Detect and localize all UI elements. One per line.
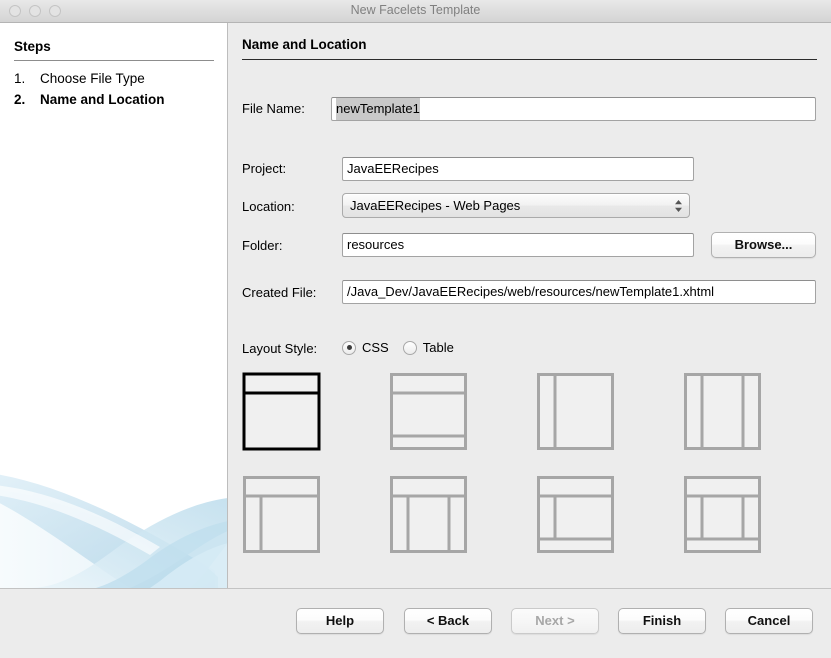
finish-button[interactable]: Finish (618, 608, 706, 634)
layout-thumb-left-content[interactable] (536, 372, 615, 451)
layout-thumb-header-left-content-right[interactable] (389, 475, 468, 554)
step-label: Name and Location (40, 92, 165, 107)
chevron-updown-icon (674, 198, 683, 214)
window-title: New Facelets Template (350, 3, 481, 17)
project-label: Project: (242, 161, 287, 176)
radio-table-label: Table (422, 340, 454, 355)
location-dropdown[interactable]: JavaEERecipes - Web Pages (342, 193, 690, 218)
page-title: Name and Location (242, 37, 367, 52)
location-label: Location: (242, 199, 295, 214)
window-titlebar: New Facelets Template (0, 0, 831, 23)
layout-style-label: Layout Style: (242, 341, 318, 356)
wizard-watermark-graphic (0, 443, 227, 588)
layout-thumb-header-left-content[interactable] (242, 475, 321, 554)
step-item-1: 1. Choose File Type (14, 68, 224, 89)
layout-style-radio-group: CSS Table (342, 340, 468, 355)
layout-thumb-header-body[interactable] (242, 372, 321, 451)
name-and-location-panel: Name and Location File Name: newTemplate… (229, 23, 831, 588)
created-file-label: Created File: (242, 285, 317, 300)
step-label: Choose File Type (40, 71, 145, 86)
browse-button[interactable]: Browse... (711, 232, 816, 258)
steps-list: 1. Choose File Type 2. Name and Location (14, 68, 224, 110)
back-button[interactable]: < Back (404, 608, 492, 634)
layout-thumb-header-body-footer[interactable] (389, 372, 468, 451)
location-value: JavaEERecipes - Web Pages (350, 198, 521, 213)
page-title-divider (242, 59, 817, 60)
file-name-label: File Name: (242, 101, 305, 116)
folder-value: resources (347, 237, 405, 252)
radio-css-label: CSS (362, 340, 389, 355)
steps-heading-divider (14, 60, 214, 61)
created-file-value: /Java_Dev/JavaEERecipes/web/resources/ne… (347, 284, 715, 299)
dialog-button-bar: Help < Back Next > Finish Cancel (0, 588, 831, 658)
project-value: JavaEERecipes (347, 161, 439, 176)
step-number: 2. (14, 92, 26, 107)
layout-thumb-header-left-content-right-footer[interactable] (683, 475, 762, 554)
step-number: 1. (14, 71, 26, 86)
steps-heading: Steps (14, 39, 51, 54)
steps-panel: Steps 1. Choose File Type 2. Name and Lo… (0, 23, 228, 588)
help-button[interactable]: Help (296, 608, 384, 634)
radio-table[interactable] (402, 340, 417, 355)
file-name-value: newTemplate1 (336, 98, 420, 120)
next-button: Next > (511, 608, 599, 634)
file-name-input[interactable]: newTemplate1 (331, 97, 816, 121)
step-item-2: 2. Name and Location (14, 89, 224, 110)
folder-label: Folder: (242, 238, 283, 253)
cancel-button[interactable]: Cancel (725, 608, 813, 634)
new-facelets-template-dialog: New Facelets Template Steps 1. Choose Fi… (0, 0, 831, 658)
folder-input[interactable]: resources (342, 233, 694, 257)
layout-thumb-left-content-right[interactable] (683, 372, 762, 451)
layout-thumb-header-left-content-footer[interactable] (536, 475, 615, 554)
radio-css[interactable] (342, 340, 356, 355)
project-input[interactable]: JavaEERecipes (342, 157, 694, 181)
created-file-input[interactable]: /Java_Dev/JavaEERecipes/web/resources/ne… (342, 280, 816, 304)
